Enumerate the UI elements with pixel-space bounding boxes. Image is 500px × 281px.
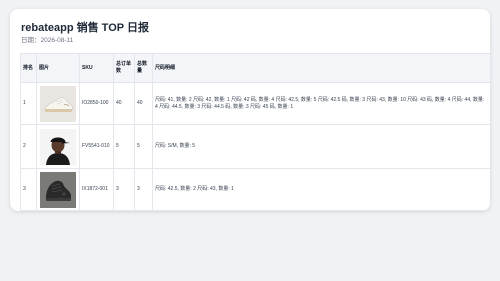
table-row: 1 IO2850-100 40 40 尺码: 41, 数量: 2 尺码: 42,… [20, 82, 491, 125]
column-header-total-orders: 总订单数 [113, 53, 135, 83]
total-orders-cell: 3 [113, 168, 135, 211]
page-title: rebateapp 销售 TOP 日报 [21, 22, 149, 34]
report-date: 日期：2026-08-11 [21, 37, 74, 44]
column-header-sku: SKU [79, 53, 114, 83]
image-cell [36, 168, 80, 211]
column-header-rank: 排名 [20, 53, 37, 83]
rank-cell: 1 [20, 82, 37, 125]
sku-cell: IO2850-100 [79, 82, 114, 125]
total-qty-cell: 3 [134, 168, 153, 211]
black-basketball-shoe-product-image [40, 171, 76, 208]
column-header-image: 图片 [36, 53, 80, 83]
white-sneaker-product-image [40, 85, 76, 122]
total-orders-cell: 5 [113, 124, 135, 169]
size-detail-cell: 尺码: S/M, 数量: 5 [152, 124, 491, 169]
total-qty-cell: 5 [134, 124, 153, 169]
image-cell [36, 124, 80, 169]
report-card: rebateapp 销售 TOP 日报 日期：2026-08-11 排名 图片 … [10, 9, 491, 211]
table-row: 2 FV5541-010 5 5 尺码: S/M, 数量: 5 [20, 124, 491, 169]
black-cap-model-product-image [40, 128, 76, 165]
size-detail-cell: 尺码: 42.5, 数量: 2 尺码: 43, 数量: 1 [152, 168, 491, 211]
column-header-total-qty: 总数量 [134, 53, 153, 83]
total-qty-cell: 40 [134, 82, 153, 125]
sku-cell: IX1872-001 [79, 168, 114, 211]
column-header-size-detail: 尺码明细 [152, 53, 491, 83]
sales-table: 排名 图片 SKU 总订单数 总数量 尺码明细 1 IO2850-100 40 … [20, 53, 491, 211]
table-header-row: 排名 图片 SKU 总订单数 总数量 尺码明细 [20, 53, 491, 83]
total-orders-cell: 40 [113, 82, 135, 125]
image-cell [36, 82, 80, 125]
sku-cell: FV5541-010 [79, 124, 114, 169]
table-row: 3 IX1872-001 3 3 尺码: 42.5, 数量: 2 尺码: 43,… [20, 168, 491, 211]
rank-cell: 2 [20, 124, 37, 169]
size-detail-cell: 尺码: 41, 数量: 2 尺码: 42, 数量: 1 尺码: 42 码, 数量… [152, 82, 491, 125]
rank-cell: 3 [20, 168, 37, 211]
